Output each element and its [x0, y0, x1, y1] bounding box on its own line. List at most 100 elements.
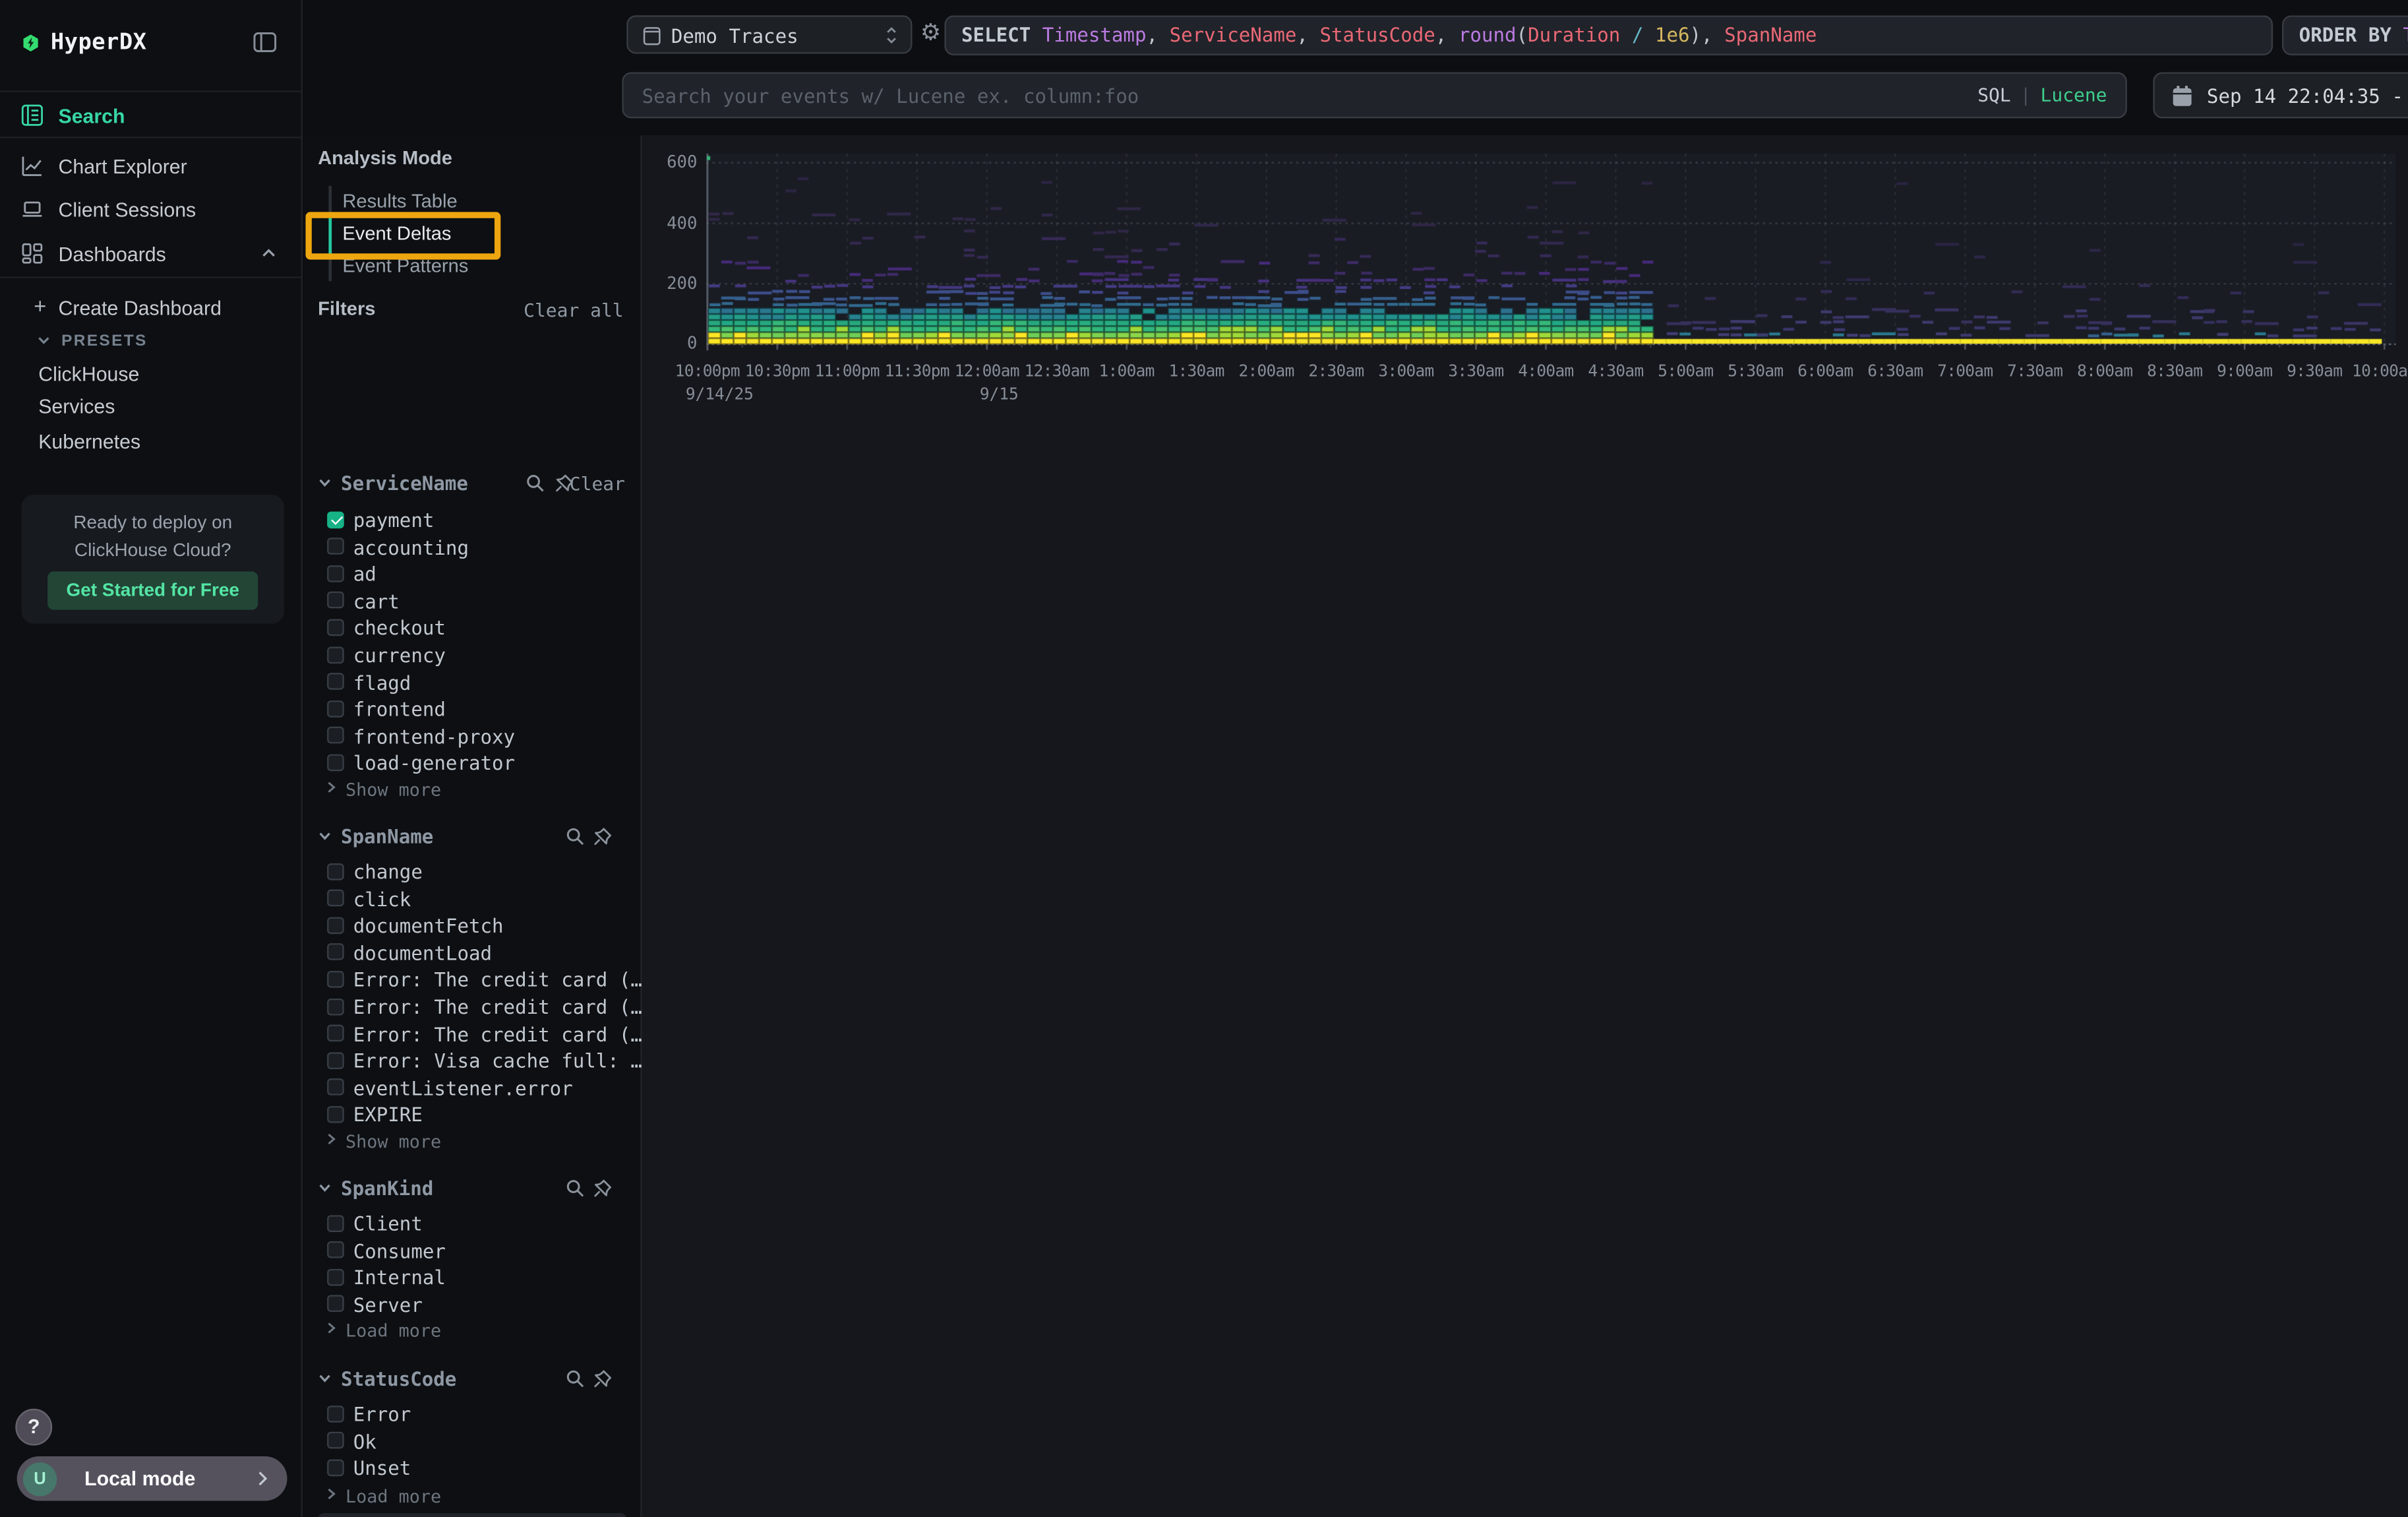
checkbox[interactable] — [326, 619, 344, 636]
filter-group-header-spankind[interactable]: SpanKind — [318, 1176, 625, 1200]
search-icon[interactable] — [526, 473, 545, 493]
sidebar-item-clickhouse[interactable]: ClickHouse — [0, 363, 301, 394]
filter-option-servicename[interactable]: load-generator — [326, 751, 626, 776]
gear-icon[interactable]: ⚙ — [917, 20, 944, 47]
checkbox[interactable] — [326, 592, 344, 609]
checkbox-checked[interactable] — [326, 511, 344, 528]
help-button[interactable]: ? — [15, 1409, 52, 1446]
checkbox[interactable] — [326, 971, 344, 988]
checkbox[interactable] — [326, 1025, 344, 1042]
checkbox[interactable] — [326, 646, 344, 663]
filter-group-header-spanname[interactable]: SpanName — [318, 824, 625, 849]
filter-option-statuscode[interactable]: Error — [326, 1402, 626, 1426]
checkbox[interactable] — [326, 1241, 344, 1258]
chevron-up-icon[interactable] — [261, 247, 276, 260]
show-more-link[interactable]: Show more — [326, 1130, 441, 1152]
search-icon[interactable] — [565, 1368, 585, 1388]
checkbox[interactable] — [326, 727, 344, 744]
checkbox[interactable] — [326, 998, 344, 1015]
filter-option-spanname[interactable]: Error: The credit card (… — [326, 995, 626, 1019]
filter-option-servicename[interactable]: flagd — [326, 670, 626, 695]
more-filters-button[interactable]: More filters — [318, 1513, 626, 1517]
filter-option-spanname[interactable]: documentLoad — [326, 941, 626, 965]
mode-event-deltas[interactable]: Event Deltas — [342, 223, 451, 254]
filter-option-servicename[interactable]: accounting — [326, 535, 626, 559]
checkbox[interactable] — [326, 863, 344, 880]
checkbox[interactable] — [326, 1295, 344, 1313]
checkbox[interactable] — [326, 917, 344, 934]
filter-group-header-statuscode[interactable]: StatusCode — [318, 1367, 625, 1391]
checkbox[interactable] — [326, 538, 344, 555]
clear-filter-button[interactable]: Clear — [570, 473, 625, 495]
filter-option-servicename[interactable]: currency — [326, 643, 626, 667]
pin-icon[interactable] — [593, 1368, 613, 1388]
checkbox[interactable] — [326, 1459, 344, 1476]
checkbox[interactable] — [326, 944, 344, 961]
search-icon[interactable] — [565, 1177, 585, 1197]
filter-option-spanname[interactable]: change — [326, 859, 626, 884]
order-by-editor[interactable]: ORDER BY Timestamp DESC — [2282, 15, 2408, 54]
checkbox[interactable] — [326, 1405, 344, 1422]
filter-option-servicename[interactable]: ad — [326, 562, 626, 586]
filter-option-statuscode[interactable]: Unset — [326, 1456, 626, 1480]
checkbox[interactable] — [326, 1106, 344, 1123]
load-more-link[interactable]: Load more — [326, 1320, 441, 1342]
search-icon[interactable] — [565, 826, 585, 846]
mode-sql[interactable]: SQL — [1977, 84, 2011, 106]
checkbox[interactable] — [326, 1268, 344, 1285]
show-more-link[interactable]: Show more — [326, 779, 441, 801]
filter-option-servicename[interactable]: frontend-proxy — [326, 724, 626, 749]
filter-option-spankind[interactable]: Consumer — [326, 1238, 626, 1262]
checkbox[interactable] — [326, 1052, 344, 1069]
clear-all-button[interactable]: Clear all — [524, 299, 623, 321]
load-more-link[interactable]: Load more — [326, 1485, 441, 1507]
checkbox[interactable] — [326, 890, 344, 907]
time-range-picker[interactable]: Sep 14 22:04:35 - Sep 15 10:04:35 — [2153, 71, 2408, 117]
filter-option-spankind[interactable]: Client — [326, 1211, 626, 1235]
filter-option-spanname[interactable]: eventListener.error — [326, 1076, 626, 1100]
filter-option-spanname[interactable]: Error: The credit card (… — [326, 968, 626, 992]
create-dashboard-button[interactable]: + Create Dashboard — [0, 295, 301, 326]
mode-event-patterns[interactable]: Event Patterns — [342, 255, 468, 286]
checkbox[interactable] — [326, 754, 344, 771]
filter-option-spankind[interactable]: Internal — [326, 1265, 626, 1289]
search-input[interactable]: Search your events w/ Lucene ex. column:… — [622, 71, 2127, 117]
sidebar-collapse-icon[interactable] — [253, 32, 276, 52]
filter-option-spanname[interactable]: EXPIRE — [326, 1103, 626, 1127]
x-tick-label: 5:00am — [1646, 363, 1726, 381]
pin-icon[interactable] — [593, 1177, 613, 1197]
filter-option-servicename[interactable]: frontend — [326, 697, 626, 722]
filter-option-spanname[interactable]: Error: Visa cache full: … — [326, 1049, 626, 1073]
sidebar-item-kubernetes[interactable]: Kubernetes — [0, 430, 301, 461]
checkbox[interactable] — [326, 1214, 344, 1231]
source-select[interactable]: Demo Traces — [626, 15, 912, 53]
code-token: round — [1459, 23, 1517, 46]
sidebar-item-search[interactable]: Search — [0, 94, 301, 137]
duration-heatmap-chart[interactable] — [706, 154, 2395, 365]
sidebar-item-dashboards[interactable]: Dashboards — [0, 232, 301, 275]
filter-option-spanname[interactable]: Error: The credit card (… — [326, 1022, 626, 1046]
presets-toggle[interactable]: PRESETS — [0, 330, 301, 361]
filter-option-servicename[interactable]: checkout — [326, 616, 626, 640]
filter-option-servicename[interactable]: cart — [326, 589, 626, 613]
user-menu[interactable]: U Local mode — [17, 1456, 287, 1501]
sidebar-item-chart-explorer[interactable]: Chart Explorer — [0, 144, 301, 187]
mode-lucene[interactable]: Lucene — [2041, 84, 2107, 106]
checkbox[interactable] — [326, 1432, 344, 1449]
checkbox[interactable] — [326, 700, 344, 717]
filter-option-spanname[interactable]: click — [326, 886, 626, 911]
filter-option-spankind[interactable]: Server — [326, 1292, 626, 1316]
sql-select-editor[interactable]: SELECT Timestamp, ServiceName, StatusCod… — [944, 15, 2273, 54]
sidebar-item-services[interactable]: Services — [0, 394, 301, 425]
checkbox[interactable] — [326, 1079, 344, 1096]
filter-option-servicename[interactable]: payment — [326, 508, 626, 532]
filter-option-spanname[interactable]: documentFetch — [326, 913, 626, 938]
checkbox[interactable] — [326, 673, 344, 690]
mode-results-table[interactable]: Results Table — [342, 191, 457, 222]
filter-group-header-servicename[interactable]: ServiceNameClear — [318, 472, 625, 496]
checkbox[interactable] — [326, 565, 344, 582]
get-started-button[interactable]: Get Started for Free — [47, 571, 258, 609]
filter-option-statuscode[interactable]: Ok — [326, 1429, 626, 1453]
pin-icon[interactable] — [593, 826, 613, 846]
sidebar-item-client-sessions[interactable]: Client Sessions — [0, 187, 301, 230]
